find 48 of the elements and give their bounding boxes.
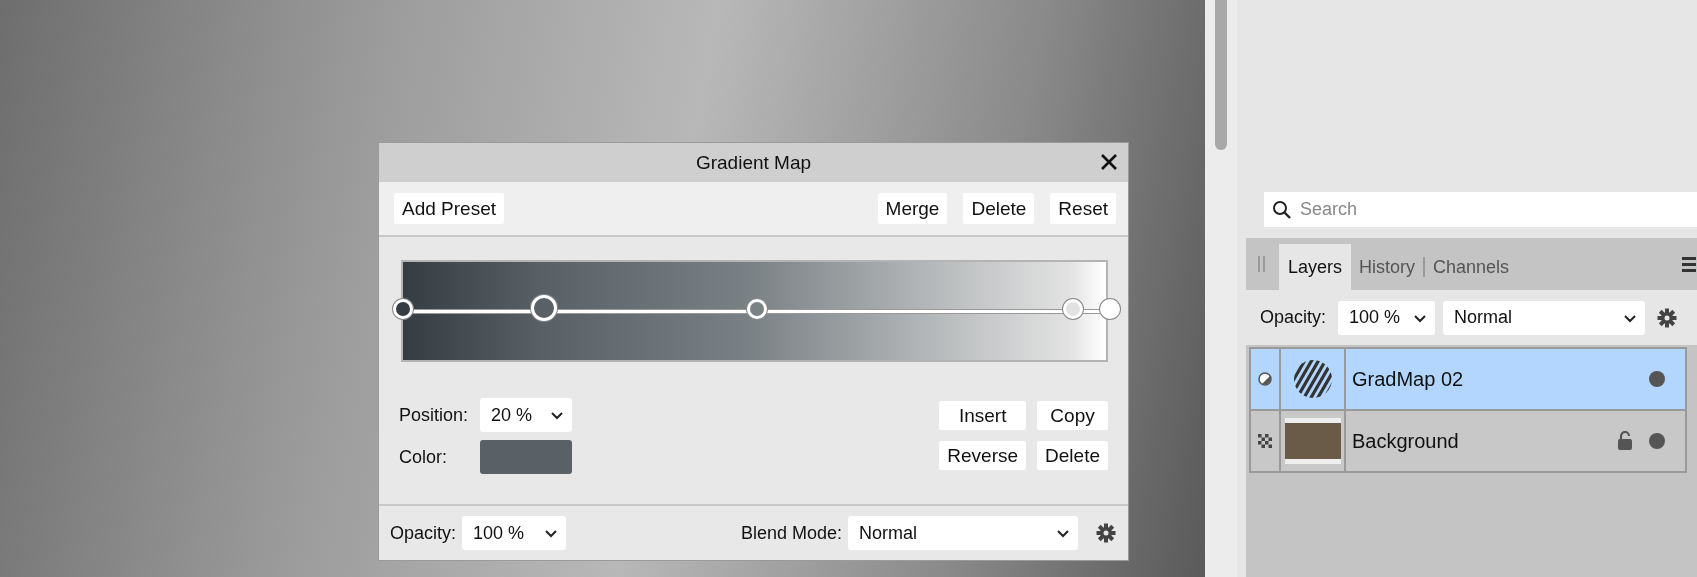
menu-icon (1682, 256, 1696, 272)
stop-button[interactable]: Delete (1037, 441, 1108, 470)
stop-button[interactable]: Reverse (939, 441, 1027, 470)
blend-mode-label: Blend Mode: (740, 522, 842, 544)
layer-row[interactable]: GradMap 02 (1249, 347, 1687, 411)
panel-tab[interactable]: Layers (1279, 244, 1352, 290)
chevron-down-icon (544, 527, 559, 539)
stop-button[interactable]: Insert (939, 401, 1027, 430)
search-icon (1272, 200, 1292, 220)
gradient-stop-handle[interactable] (393, 299, 413, 319)
layer-name: GradMap 02 (1351, 366, 1465, 392)
toolbar-button[interactable]: Merge (877, 193, 948, 224)
toolbar-button[interactable]: Reset (1050, 193, 1116, 224)
chevron-down-icon (1056, 527, 1070, 539)
stop-button[interactable]: Copy (1037, 401, 1108, 430)
adjustment-icon (1258, 372, 1272, 386)
visibility-dot[interactable] (1649, 371, 1665, 387)
dialog-title: Gradient Map (695, 151, 812, 174)
gradient-stop-handle[interactable] (1062, 299, 1083, 319)
toolbar-button[interactable]: Delete (963, 193, 1035, 224)
opacity-label: Opacity: (390, 522, 457, 544)
panel-tab[interactable]: Channels (1423, 257, 1514, 277)
layer-row[interactable]: Background (1249, 409, 1687, 473)
settings-icon[interactable] (1657, 307, 1678, 328)
gradient-stop-handle[interactable] (1100, 299, 1120, 319)
opacity-dropdown[interactable]: 100 % (462, 516, 567, 550)
color-swatch[interactable] (480, 440, 573, 474)
opacity-dropdown[interactable]: 100 % (1338, 300, 1436, 335)
search-field[interactable]: Search (1264, 192, 1697, 227)
layer-name: Background (1351, 428, 1460, 454)
settings-icon[interactable] (1096, 523, 1116, 543)
grip-icon (1258, 256, 1266, 272)
close-icon[interactable] (1100, 153, 1118, 171)
gradient-stop-handle[interactable] (531, 295, 558, 321)
checkerboard-icon (1258, 434, 1272, 448)
chevron-down-icon (550, 409, 565, 421)
scrollbar-thumb[interactable] (1215, 0, 1227, 150)
position-label: Position: (399, 404, 469, 426)
blend-mode-dropdown[interactable]: Normal (1443, 300, 1646, 335)
panel-tab[interactable]: History (1355, 244, 1420, 290)
color-label: Color: (399, 446, 448, 468)
blend-mode-dropdown[interactable]: Normal (848, 516, 1078, 550)
opacity-label: Opacity: (1260, 307, 1327, 328)
photo-placeholder (1284, 418, 1341, 464)
gradient-stop-handle[interactable] (746, 299, 767, 319)
add-preset-button[interactable]: Add Preset (394, 193, 504, 224)
visibility-dot[interactable] (1649, 433, 1665, 449)
position-dropdown[interactable]: 20 % (480, 398, 573, 432)
